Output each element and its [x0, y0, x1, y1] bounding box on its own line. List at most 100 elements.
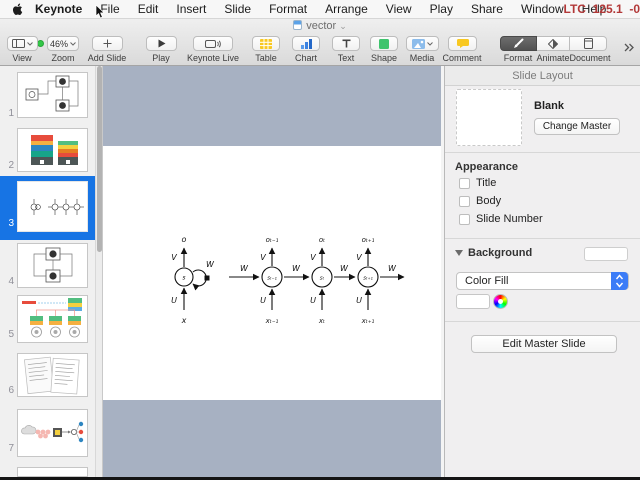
w-label-2: W	[340, 264, 349, 273]
table-button[interactable]	[252, 36, 280, 51]
window-title-text: vector	[306, 20, 337, 32]
document-button[interactable]	[570, 36, 607, 51]
animate-diamond-icon	[548, 38, 558, 49]
slide-4-graphic	[33, 247, 73, 283]
comment-button[interactable]	[448, 36, 477, 51]
chart-button[interactable]	[292, 36, 320, 51]
menu-edit[interactable]: Edit	[129, 2, 168, 16]
menu-format[interactable]: Format	[260, 2, 316, 16]
paintbrush-icon	[514, 38, 524, 48]
chart-icon	[300, 38, 312, 49]
menu-keynote[interactable]: Keynote	[27, 2, 91, 16]
zoom-window-button[interactable]	[37, 40, 44, 47]
slide-thumbnail-3[interactable]	[17, 181, 88, 232]
slide-thumbnail-7[interactable]	[17, 409, 88, 457]
media-button[interactable]	[406, 36, 439, 51]
background-preview-well[interactable]	[584, 247, 628, 261]
slide-number-checkbox-label: Slide Number	[476, 213, 543, 225]
keynote-live-button[interactable]	[193, 36, 233, 51]
output-t+1-label: oₜ₊₁	[362, 236, 375, 244]
output-t-label: oₜ	[319, 236, 325, 244]
w-label-1: W	[292, 264, 301, 273]
format-button[interactable]	[500, 36, 537, 51]
fill-type-select[interactable]: Color Fill	[456, 272, 629, 290]
text-button[interactable]	[332, 36, 360, 51]
table-label: Table	[255, 53, 277, 63]
format-label: Format	[503, 53, 533, 63]
u-label-1: U	[310, 296, 316, 305]
shape-button[interactable]	[370, 36, 398, 51]
slide-thumbnail-4[interactable]	[17, 243, 88, 288]
apple-icon[interactable]	[12, 3, 23, 16]
slide-number-checkbox[interactable]	[459, 213, 470, 225]
slide-thumbnail-1[interactable]	[17, 72, 88, 118]
chart-label: Chart	[294, 53, 318, 63]
menu-view[interactable]: View	[377, 2, 421, 16]
toolbar-overflow-icon[interactable]	[624, 39, 634, 57]
slide-canvas: s o V W U x sₜ₋₁ sₜ sₜ₊₁ W W W W V V V o…	[103, 66, 444, 477]
slide-thumbnail-2[interactable]	[17, 128, 88, 172]
comment-icon	[456, 39, 469, 48]
menu-share[interactable]: Share	[462, 2, 512, 16]
rnn-diagram[interactable]: s o V W U x sₜ₋₁ sₜ sₜ₊₁ W W W W V V V o…	[103, 146, 441, 400]
body-checkbox-row: Body	[459, 195, 501, 207]
u-label-2: U	[356, 296, 362, 305]
slide-number-2: 2	[8, 160, 14, 171]
edit-master-slide-button[interactable]: Edit Master Slide	[471, 335, 617, 353]
slide-1-graphic	[25, 75, 79, 112]
current-slide[interactable]: s o V W U x sₜ₋₁ sₜ sₜ₊₁ W W W W V V V o…	[103, 146, 441, 400]
view-button-label: View	[12, 53, 32, 63]
chevron-down-icon	[27, 41, 33, 46]
slide-number-5: 5	[8, 329, 14, 340]
inspector-title: Slide Layout	[445, 66, 640, 86]
document-icon	[583, 38, 593, 49]
menu-insert[interactable]: Insert	[167, 2, 215, 16]
chevron-down-icon	[427, 41, 433, 46]
navigator-scrollbar[interactable]	[95, 66, 103, 477]
plus-icon	[103, 39, 112, 48]
animate-label: Animate	[536, 53, 570, 63]
play-button[interactable]	[146, 36, 177, 51]
zoom-label: Zoom	[51, 53, 75, 63]
slide-thumbnail-5[interactable]	[17, 295, 88, 343]
v-label-0: V	[260, 253, 266, 262]
text-label: Text	[337, 53, 355, 63]
zoom-control[interactable]: 46%	[47, 36, 79, 51]
menu-arrange[interactable]: Arrange	[316, 2, 377, 16]
change-master-button[interactable]: Change Master	[534, 118, 620, 135]
mouse-cursor-icon	[95, 4, 105, 24]
navigator-scrollbar-thumb[interactable]	[97, 66, 102, 252]
title-chevron-icon[interactable]: ⌄	[339, 21, 347, 31]
title-checkbox-label: Title	[476, 177, 497, 189]
master-slide-thumbnail[interactable]	[456, 89, 522, 146]
fill-color-well[interactable]	[456, 294, 490, 309]
input-label: x	[181, 316, 187, 325]
menu-slide[interactable]: Slide	[215, 2, 260, 16]
slide-2-graphic	[31, 135, 78, 165]
slide-thumbnail-6[interactable]	[17, 353, 88, 397]
output-label: o	[182, 235, 187, 244]
add-slide-button[interactable]	[92, 36, 123, 51]
color-wheel-button[interactable]	[493, 294, 508, 309]
chevron-down-icon	[70, 41, 76, 46]
master-name: Blank	[534, 100, 564, 112]
slide-thumbnail-8[interactable]	[17, 467, 88, 477]
animate-button[interactable]	[537, 36, 570, 51]
zoom-value: 46%	[49, 38, 68, 49]
title-checkbox[interactable]	[459, 177, 470, 189]
w-label-3: W	[388, 264, 397, 273]
state-label: s	[182, 275, 185, 282]
media-label: Media	[409, 53, 435, 63]
body-checkbox[interactable]	[459, 195, 470, 207]
background-disclosure-triangle[interactable]	[455, 250, 463, 256]
slide-number-3: 3	[8, 218, 14, 229]
u-weight-label: U	[171, 296, 177, 305]
menu-status-text: LTC 125.1 -0	[563, 2, 640, 16]
view-button[interactable]	[7, 36, 38, 51]
state-t-1-label: sₜ₋₁	[267, 276, 277, 282]
fill-type-value: Color Fill	[465, 275, 509, 287]
state-t+1-label: sₜ₊₁	[363, 276, 373, 282]
select-stepper[interactable]	[611, 272, 628, 290]
menu-play[interactable]: Play	[421, 2, 462, 16]
slide-number-1: 1	[8, 108, 14, 119]
